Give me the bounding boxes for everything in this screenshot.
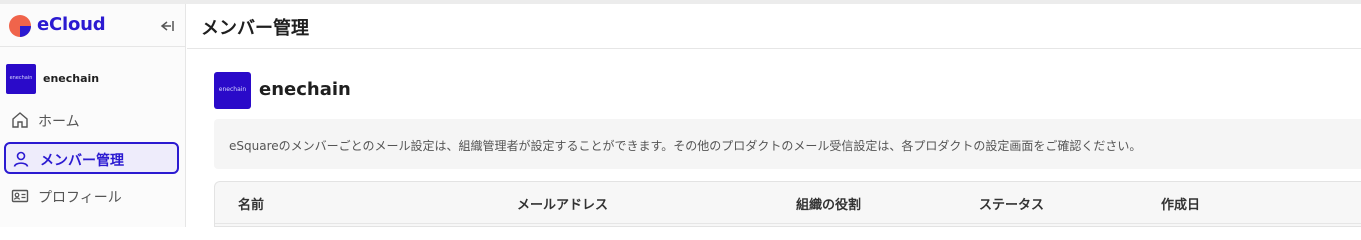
org-logo: enechain (6, 64, 36, 94)
sidebar-org-name: enechain (43, 72, 100, 85)
sidebar-item-label: ホーム (38, 114, 80, 130)
column-header-name[interactable]: 名前 (238, 194, 264, 213)
sidebar-item-profile[interactable]: プロフィール (4, 180, 179, 212)
brand-name: eCloud (37, 14, 106, 35)
ecloud-logo-icon (9, 15, 31, 37)
table-header-divider (215, 223, 1361, 224)
sidebar-item-home[interactable]: ホーム (4, 104, 179, 136)
org-logo: enechain (214, 72, 251, 109)
org-heading: enechain enechain (214, 72, 614, 109)
column-header-email[interactable]: メールアドレス (517, 194, 608, 213)
sidebar-item-label: プロフィール (38, 190, 122, 206)
person-icon (13, 151, 29, 167)
column-header-status[interactable]: ステータス (979, 194, 1044, 213)
column-header-created[interactable]: 作成日 (1161, 194, 1200, 213)
collapse-sidebar-icon[interactable] (156, 16, 176, 36)
brand-bar: eCloud (0, 4, 186, 47)
page-title: メンバー管理 (201, 18, 309, 39)
sidebar-org[interactable]: enechain enechain (6, 64, 178, 94)
page-header: メンバー管理 (187, 4, 1361, 49)
notice-text: eSquareのメンバーごとのメール設定は、組織管理者が設定することができます。… (229, 139, 1142, 153)
members-table: 名前 メールアドレス 組織の役割 ステータス 作成日 (214, 181, 1361, 227)
column-header-role[interactable]: 組織の役割 (796, 194, 861, 213)
info-notice: eSquareのメンバーごとのメール設定は、組織管理者が設定することができます。… (214, 119, 1361, 169)
sidebar-item-members[interactable]: メンバー管理 (4, 142, 179, 174)
sidebar-item-label: メンバー管理 (40, 153, 124, 169)
org-name: enechain (259, 79, 351, 100)
home-icon (12, 112, 28, 128)
id-card-icon (11, 189, 29, 203)
